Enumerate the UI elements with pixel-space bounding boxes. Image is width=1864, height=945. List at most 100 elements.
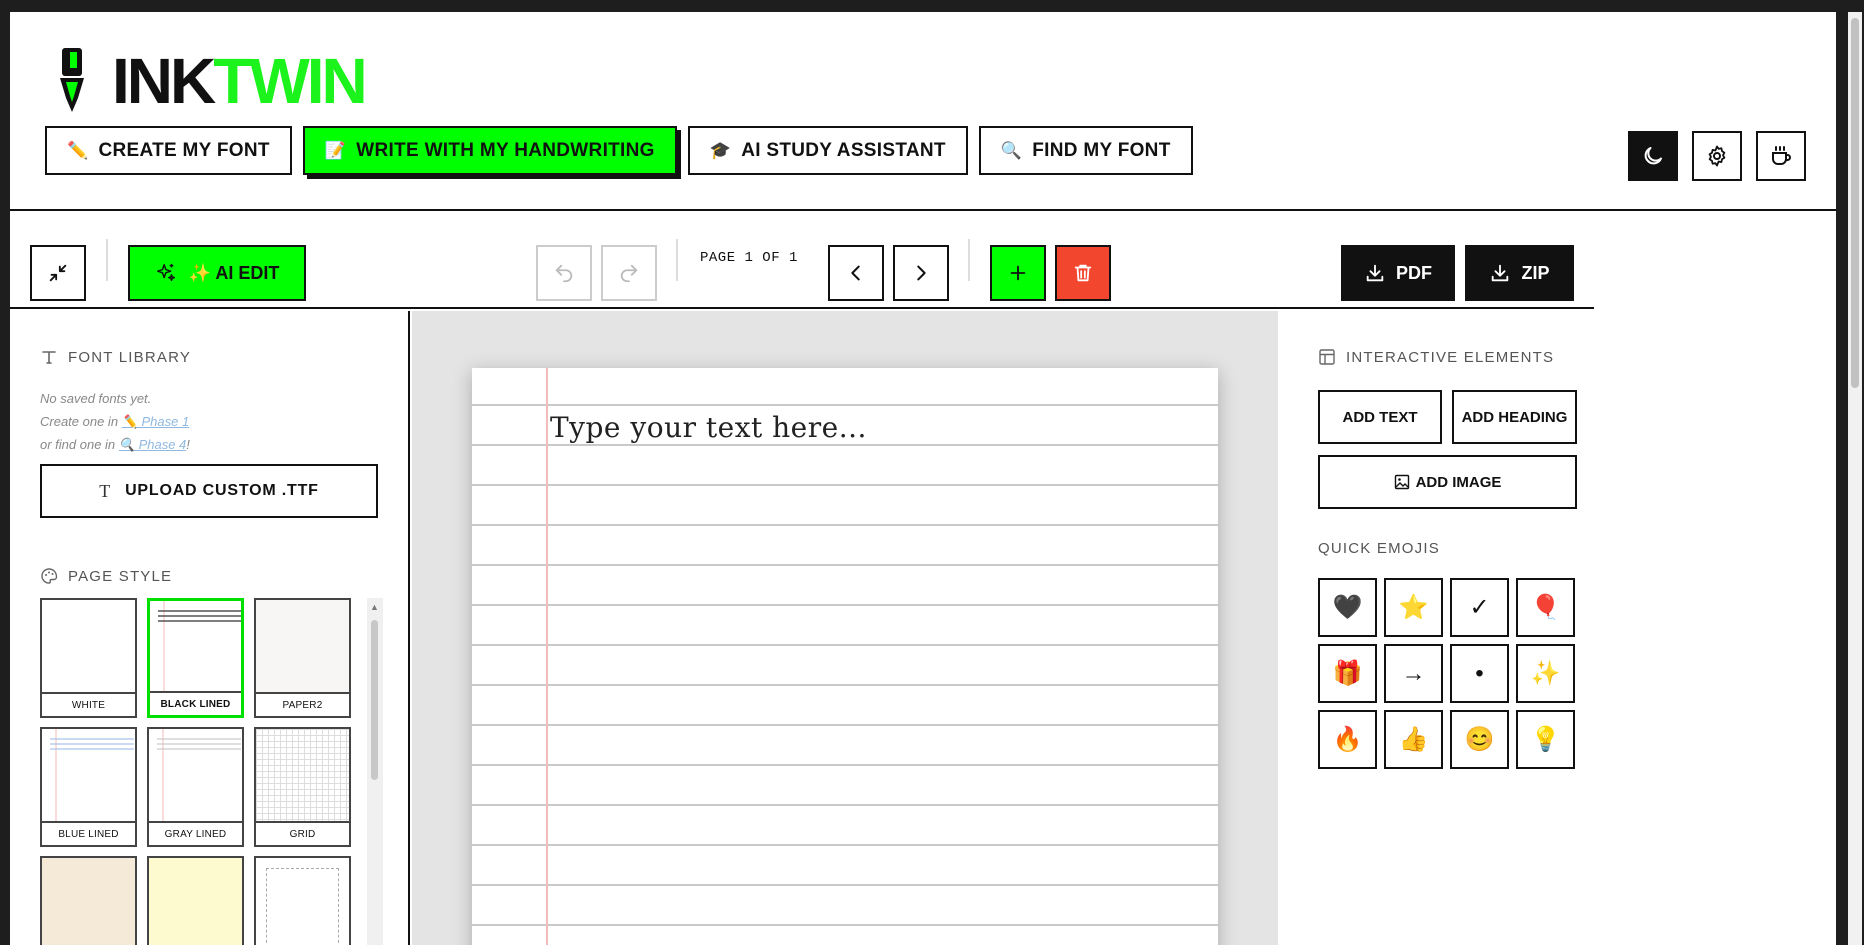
style-paper2[interactable]: PAPER2 [254, 598, 351, 718]
pen-logo-icon [60, 48, 84, 112]
style-cream[interactable] [40, 856, 137, 945]
style-dashed[interactable] [254, 856, 351, 945]
interactive-elements-heading: INTERACTIVE ELEMENTS [1318, 348, 1554, 366]
window-scroll-thumb[interactable] [1851, 18, 1859, 388]
style-black-lined[interactable]: BLACK LINED [147, 598, 244, 718]
dark-mode-button[interactable] [1628, 131, 1678, 181]
page-canvas: Type your text here... [412, 311, 1278, 945]
memo-icon: 📝 [324, 140, 347, 160]
emoji-check[interactable]: ✓ [1450, 578, 1509, 637]
style-grid-scrollbar[interactable]: ▲ [367, 598, 383, 945]
redo-button[interactable] [601, 245, 657, 301]
next-page-button[interactable] [893, 245, 949, 301]
interactive-elements-title: INTERACTIVE ELEMENTS [1346, 348, 1555, 366]
black-lined-preview [158, 601, 241, 701]
font-library-heading: FONT LIBRARY [40, 348, 191, 366]
find-font-hint: or find one in 🔍 Phase 4! [40, 437, 190, 453]
emoji-bullet[interactable]: • [1450, 644, 1509, 703]
previous-page-button[interactable] [828, 245, 884, 301]
paper-margin-line [546, 368, 548, 945]
emoji-balloon[interactable]: 🎈 [1516, 578, 1575, 637]
style-grid[interactable]: GRID [254, 727, 351, 847]
nav-label: AI STUDY ASSISTANT [741, 139, 946, 161]
emoji-sparkles[interactable]: ✨ [1516, 644, 1575, 703]
style-label: GRAY LINED [149, 821, 242, 845]
add-heading-button[interactable]: ADD HEADING [1452, 390, 1577, 444]
nav-label: FIND MY FONT [1032, 139, 1171, 161]
gray-lined-preview [157, 729, 241, 829]
upload-label: UPLOAD CUSTOM .TTF [125, 482, 319, 499]
text-type-icon: T [99, 480, 112, 501]
no-fonts-hint: No saved fonts yet. [40, 391, 152, 406]
page-style-title: PAGE STYLE [68, 567, 173, 585]
create-hint-prefix: Create one in [40, 414, 122, 429]
toolbar-separator [106, 239, 108, 281]
emoji-heart[interactable]: 🖤 [1318, 578, 1377, 637]
dashed-border-preview [266, 868, 339, 945]
plus-icon [1010, 265, 1026, 281]
download-icon [1366, 264, 1384, 282]
app-wordmark: INKTWIN [112, 49, 368, 113]
quick-emojis-heading: QUICK EMOJIS [1318, 540, 1440, 557]
phase-4-link[interactable]: 🔍 Phase 4 [119, 437, 187, 452]
settings-button[interactable] [1692, 131, 1742, 181]
download-zip-button[interactable]: ZIP [1465, 245, 1574, 301]
redo-icon [620, 264, 638, 283]
emoji-thumbs-up[interactable]: 👍 [1384, 710, 1443, 769]
style-label: BLACK LINED [150, 691, 241, 715]
style-label: WHITE [42, 692, 135, 716]
lined-paper-page[interactable]: Type your text here... [472, 368, 1218, 945]
emoji-star[interactable]: ⭐ [1384, 578, 1443, 637]
nav-find-my-font[interactable]: 🔍 FIND MY FONT [978, 126, 1193, 175]
nav-ai-study-assistant[interactable]: 🎓 AI STUDY ASSISTANT [687, 126, 968, 175]
add-page-button[interactable] [990, 245, 1046, 301]
app-logo[interactable]: INKTWIN [50, 46, 368, 116]
undo-icon [555, 264, 573, 283]
font-library-title: FONT LIBRARY [68, 348, 192, 366]
scroll-thumb[interactable] [371, 620, 378, 780]
ai-edit-label: ✨ AI EDIT [188, 262, 280, 283]
add-image-button[interactable]: ADD IMAGE [1318, 455, 1577, 509]
support-coffee-button[interactable] [1756, 131, 1806, 181]
graduation-cap-icon: 🎓 [709, 140, 732, 160]
nav-label: WRITE WITH MY HANDWRITING [356, 139, 655, 161]
magnifier-icon: 🔍 [1000, 140, 1023, 160]
find-hint-prefix: or find one in [40, 437, 119, 452]
emoji-lightbulb[interactable]: 💡 [1516, 710, 1575, 769]
undo-button[interactable] [536, 245, 592, 301]
emoji-gift[interactable]: 🎁 [1318, 644, 1377, 703]
sparkles-icon [156, 263, 175, 282]
text-type-icon [42, 351, 56, 364]
nav-write-with-handwriting[interactable]: 📝 WRITE WITH MY HANDWRITING [302, 126, 677, 175]
download-pdf-button[interactable]: PDF [1341, 245, 1455, 301]
add-image-label: ADD IMAGE [1415, 473, 1502, 491]
emoji-smile[interactable]: 😊 [1450, 710, 1509, 769]
phase-1-link[interactable]: ✏️ Phase 1 [122, 414, 190, 429]
window-scrollbar[interactable] [1848, 12, 1862, 945]
style-label: GRID [256, 821, 349, 845]
palette-icon [41, 568, 58, 584]
right-sidebar: INTERACTIVE ELEMENTS ADD TEXT ADD HEADIN… [1278, 311, 1596, 945]
emoji-fire[interactable]: 🔥 [1318, 710, 1377, 769]
ai-edit-button[interactable]: ✨ AI EDIT [128, 245, 306, 301]
trash-icon [1074, 264, 1092, 282]
upload-ttf-button[interactable]: T UPLOAD CUSTOM .TTF [40, 464, 378, 518]
scroll-up-arrow-icon: ▲ [370, 602, 379, 612]
emoji-arrow[interactable]: → [1384, 644, 1443, 703]
nav-create-my-font[interactable]: ✏️ CREATE MY FONT [45, 126, 292, 175]
zip-label: ZIP [1521, 262, 1550, 283]
collapse-button[interactable] [30, 245, 86, 301]
image-icon [1394, 474, 1409, 490]
find-hint-suffix: ! [186, 437, 190, 452]
style-blue-lined[interactable]: BLUE LINED [40, 727, 137, 847]
editor-toolbar: ✨ AI EDIT PDF ZIP [10, 211, 1594, 309]
chevron-left-icon [851, 265, 860, 281]
add-text-button[interactable]: ADD TEXT [1318, 390, 1442, 444]
style-white[interactable]: WHITE [40, 598, 137, 718]
page-text-editor[interactable]: Type your text here... [550, 411, 867, 444]
quick-emojis-title: QUICK EMOJIS [1318, 540, 1440, 557]
style-gray-lined[interactable]: GRAY LINED [147, 727, 244, 847]
download-icon [1492, 264, 1509, 282]
delete-page-button[interactable] [1055, 245, 1111, 301]
style-yellow[interactable] [147, 856, 244, 945]
